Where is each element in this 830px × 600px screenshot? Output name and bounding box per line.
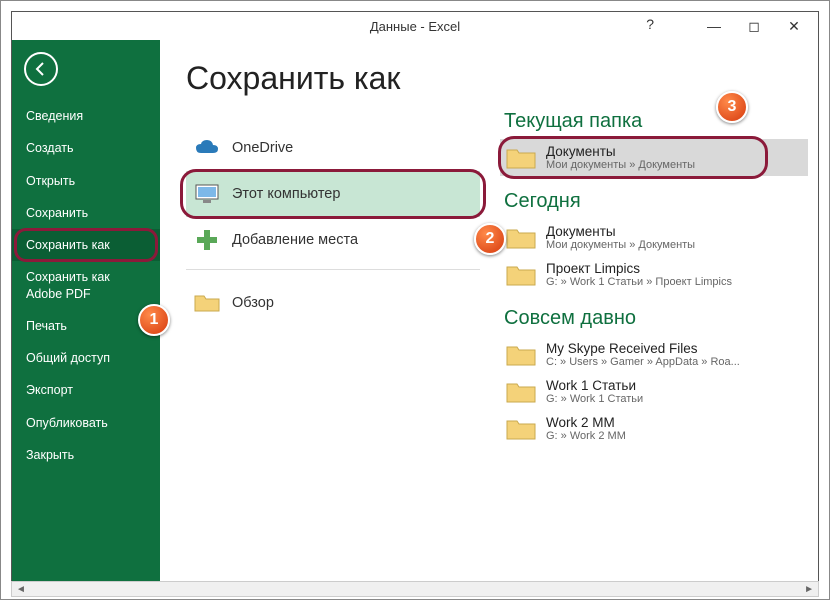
folder-icon [506, 263, 536, 287]
backstage-sidebar: Сведения Создать Открыть Сохранить Сохра… [12, 40, 160, 588]
folder-today-limpics[interactable]: Проект LimpicsG: » Work 1 Статьи » Проек… [500, 256, 808, 293]
folder-icon [506, 417, 536, 441]
callout-1: 1 [138, 304, 170, 336]
page-title: Сохранить как [186, 60, 480, 97]
sidebar-item-saveas-pdf[interactable]: Сохранить как Adobe PDF [12, 261, 160, 310]
place-this-pc[interactable]: Этот компьютер [186, 171, 480, 217]
back-button[interactable] [24, 52, 58, 86]
place-label: Этот компьютер [232, 186, 340, 202]
folder-icon [506, 146, 536, 170]
place-label: Добавление места [232, 232, 358, 248]
folder-icon [506, 226, 536, 250]
sidebar-item-close[interactable]: Закрыть [12, 439, 160, 471]
sidebar-item-share[interactable]: Общий доступ [12, 342, 160, 374]
place-onedrive[interactable]: OneDrive [186, 125, 480, 171]
sidebar-item-open[interactable]: Открыть [12, 165, 160, 197]
folder-icon [194, 290, 220, 316]
horizontal-scrollbar[interactable]: ◄► [11, 581, 819, 597]
place-add-location[interactable]: Добавление места 2 [186, 217, 480, 263]
sidebar-item-saveas[interactable]: Сохранить как [12, 229, 160, 261]
callout-3: 3 [716, 91, 748, 123]
maximize-button[interactable]: ◻ [734, 12, 774, 40]
sidebar-item-save[interactable]: Сохранить [12, 197, 160, 229]
place-browse[interactable]: Обзор [186, 280, 480, 326]
titlebar: Данные - Excel ? — ◻ ✕ [12, 12, 818, 40]
section-current-folder: Текущая папка [504, 110, 808, 133]
folder-current-documents[interactable]: Документы Мои документы » Документы [500, 139, 808, 176]
place-label: Обзор [232, 295, 274, 311]
close-button[interactable]: ✕ [774, 12, 814, 40]
computer-icon [194, 181, 220, 207]
cloud-icon [194, 135, 220, 161]
help-icon[interactable]: ? [646, 16, 654, 32]
sidebar-item-publish[interactable]: Опубликовать [12, 407, 160, 439]
folder-work1[interactable]: Work 1 СтатьиG: » Work 1 Статьи [500, 373, 808, 410]
plus-icon [194, 227, 220, 253]
folder-icon [506, 343, 536, 367]
window-title: Данные - Excel [370, 19, 460, 34]
sidebar-item-info[interactable]: Сведения [12, 100, 160, 132]
folder-icon [506, 380, 536, 404]
folder-work2[interactable]: Work 2 ММG: » Work 2 ММ [500, 410, 808, 447]
sidebar-item-export[interactable]: Экспорт [12, 374, 160, 406]
sidebar-item-new[interactable]: Создать [12, 132, 160, 164]
section-long-ago: Совсем давно [504, 307, 808, 330]
minimize-button[interactable]: — [694, 12, 734, 40]
callout-2: 2 [474, 223, 506, 255]
folder-skype[interactable]: My Skype Received FilesC: » Users » Game… [500, 336, 808, 373]
section-today: Сегодня [504, 190, 808, 213]
folder-today-documents[interactable]: ДокументыМои документы » Документы [500, 219, 808, 256]
place-label: OneDrive [232, 140, 293, 156]
